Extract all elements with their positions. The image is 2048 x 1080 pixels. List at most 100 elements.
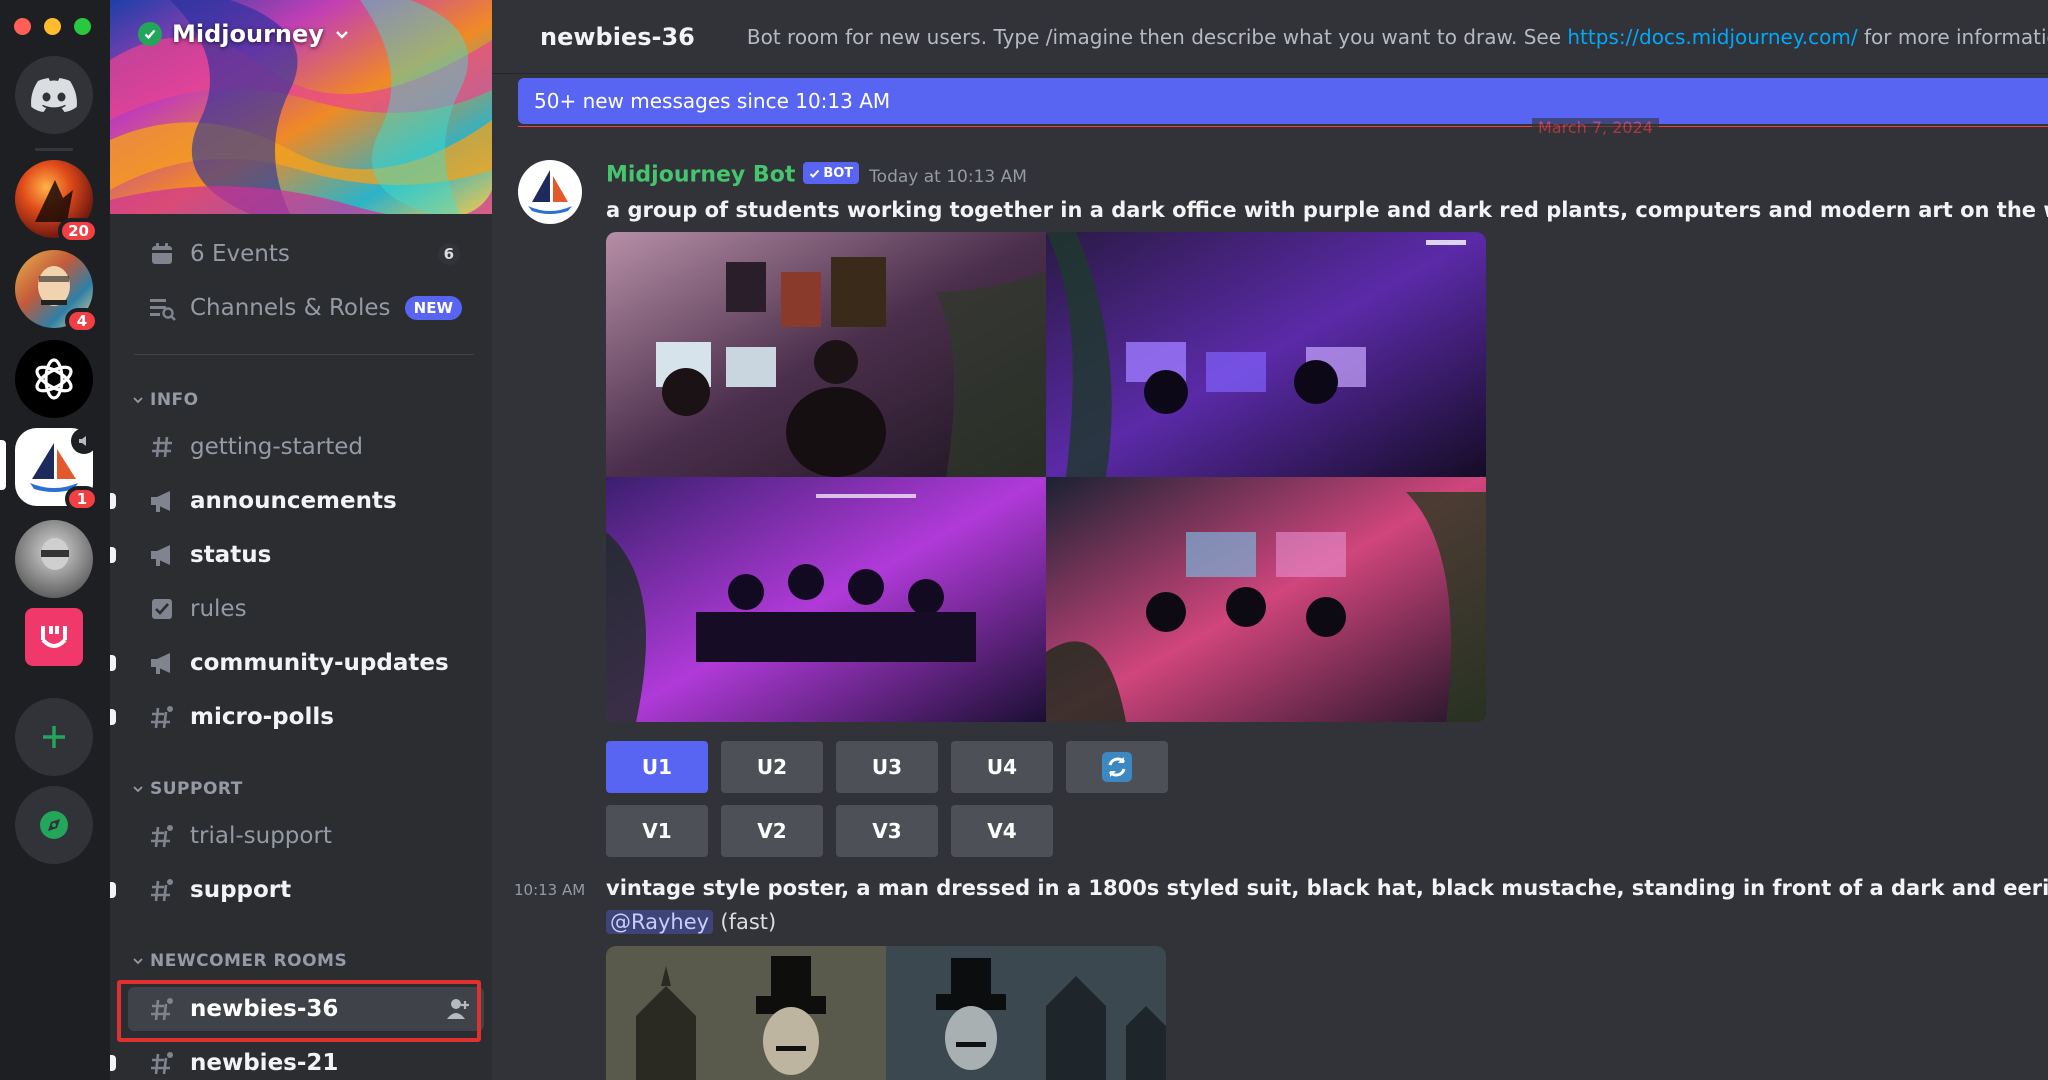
category-support[interactable]: SUPPORT <box>132 779 243 799</box>
upscale-2-button[interactable]: U2 <box>721 741 823 793</box>
prompt-text: a group of students working together in … <box>606 198 2048 222</box>
generated-image-grid-preview[interactable] <box>606 946 1166 1080</box>
new-badge: NEW <box>404 296 462 320</box>
channel-label: status <box>190 542 272 568</box>
message-timestamp: Today at 10:13 AM <box>869 166 1027 187</box>
compass-icon <box>40 811 68 839</box>
window-minimize-button[interactable] <box>44 18 61 35</box>
category-label: SUPPORT <box>150 779 243 799</box>
variation-2-button[interactable]: V2 <box>721 805 823 857</box>
server-icon-art-2[interactable]: 4 <box>15 250 99 334</box>
channel-label: micro-polls <box>190 704 334 730</box>
category-info[interactable]: INFO <box>132 390 199 410</box>
bot-avatar[interactable] <box>518 160 582 224</box>
discord-logo-icon <box>31 78 77 112</box>
server-rail: 20 4 1 <box>0 0 110 1080</box>
date-divider-label: March 7, 2024 <box>1532 118 1659 137</box>
category-label: NEWCOMER ROOMS <box>150 951 348 971</box>
discord-home-button[interactable] <box>15 56 93 134</box>
channel-label: newbies-36 <box>190 996 339 1022</box>
add-server-button[interactable] <box>15 698 93 776</box>
channel-label: community-updates <box>190 650 449 676</box>
reroll-button[interactable] <box>1066 741 1168 793</box>
generation-mode: (fast) <box>720 910 777 934</box>
channel-sidebar: Midjourney 6 Events 6 Channels & Roles N… <box>110 0 492 1080</box>
hash-thread-icon <box>146 820 178 852</box>
hash-thread-icon <box>146 874 178 906</box>
channel-announcements[interactable]: announcements <box>110 479 484 523</box>
generated-image-grid[interactable] <box>606 232 1486 722</box>
chevron-down-icon <box>133 958 143 965</box>
author-name[interactable]: Midjourney Bot <box>606 163 795 188</box>
server-icon-photo[interactable] <box>15 520 93 598</box>
prompt-text: vintage style poster, a man dressed in a… <box>606 876 2048 900</box>
channel-label: rules <box>190 596 247 622</box>
variation-1-button[interactable]: V1 <box>606 805 708 857</box>
user-mention[interactable]: @Rayhey <box>606 910 714 934</box>
variation-3-button[interactable]: V3 <box>836 805 938 857</box>
channel-label: trial-support <box>190 823 332 849</box>
server-icon-midjourney[interactable]: 1 <box>15 428 99 512</box>
channel-community-updates[interactable]: community-updates <box>110 641 484 685</box>
chat-area: newbies-36 Bot room for new users. Type … <box>492 0 2048 1080</box>
explore-servers-button[interactable] <box>15 786 93 864</box>
voice-speaker-icon <box>71 428 97 454</box>
chevron-down-icon <box>133 397 143 404</box>
megaphone-icon <box>146 539 178 571</box>
server-icon-art-1[interactable]: 20 <box>15 160 99 244</box>
new-messages-bar[interactable]: 50+ new messages since 10:13 AM <box>518 78 2048 124</box>
channel-label: getting-started <box>190 434 363 460</box>
channel-header: newbies-36 Bot room for new users. Type … <box>492 0 2048 74</box>
variation-4-button[interactable]: V4 <box>951 805 1053 857</box>
channel-status[interactable]: status <box>110 533 484 577</box>
channel-label: support <box>190 877 292 903</box>
server-name: Midjourney <box>172 20 324 48</box>
message-header: Midjourney Bot BOT Today at 10:13 AM <box>606 162 1027 188</box>
channel-support[interactable]: support <box>110 868 484 912</box>
invite-member-icon[interactable] <box>446 998 470 1024</box>
server-icon-openai[interactable] <box>15 340 93 418</box>
channels-roles-item[interactable]: Channels & Roles NEW <box>128 286 484 330</box>
channel-rules[interactable]: rules <box>128 587 484 631</box>
upscale-3-button[interactable]: U3 <box>836 741 938 793</box>
verified-check-icon <box>138 22 162 46</box>
chevron-down-icon <box>336 31 348 39</box>
hash-thread-icon <box>146 701 178 733</box>
bot-tag-label: BOT <box>823 165 854 181</box>
pink-logo-icon <box>41 626 67 648</box>
unread-badge: 1 <box>65 486 99 512</box>
channel-newbies-21[interactable]: newbies-21 <box>110 1041 484 1080</box>
server-name-header[interactable]: Midjourney <box>138 20 350 48</box>
megaphone-icon <box>146 647 178 679</box>
server-icon-pink[interactable] <box>25 608 83 666</box>
upscale-1-button[interactable]: U1 <box>606 741 708 793</box>
bot-tag: BOT <box>803 162 860 184</box>
channel-getting-started[interactable]: getting-started <box>128 425 484 469</box>
channel-topic: Bot room for new users. Type /imagine th… <box>747 25 2048 49</box>
selected-server-indicator <box>0 440 6 490</box>
hash-icon <box>146 431 178 463</box>
channel-newbies-36[interactable]: newbies-36 <box>128 987 484 1031</box>
openai-logo-icon <box>35 358 73 400</box>
upscale-4-button[interactable]: U4 <box>951 741 1053 793</box>
window-zoom-button[interactable] <box>74 18 91 35</box>
topic-text-suffix: for more information <box>1863 24 2048 49</box>
channels-roles-icon <box>146 292 178 324</box>
window-close-button[interactable] <box>14 18 31 35</box>
docs-link[interactable]: https://docs.midjourney.com/ <box>1567 25 1857 49</box>
check-icon <box>810 169 820 178</box>
server-banner: Midjourney <box>110 0 492 214</box>
channel-label: newbies-21 <box>190 1050 339 1076</box>
chevron-down-icon <box>133 786 143 793</box>
megaphone-icon <box>146 485 178 517</box>
channel-micro-polls[interactable]: micro-polls <box>110 695 484 739</box>
events-label: 6 Events <box>190 241 290 267</box>
category-newcomer-rooms[interactable]: NEWCOMER ROOMS <box>132 951 347 971</box>
unread-badge: 4 <box>65 308 99 334</box>
events-item[interactable]: 6 Events 6 <box>128 232 484 276</box>
channels-roles-label: Channels & Roles <box>190 295 391 321</box>
unread-badge: 20 <box>58 218 99 244</box>
topic-text: Bot room for new users. Type /imagine th… <box>746 24 1568 49</box>
channel-title: newbies-36 <box>540 22 695 51</box>
channel-trial-support[interactable]: trial-support <box>128 814 484 858</box>
